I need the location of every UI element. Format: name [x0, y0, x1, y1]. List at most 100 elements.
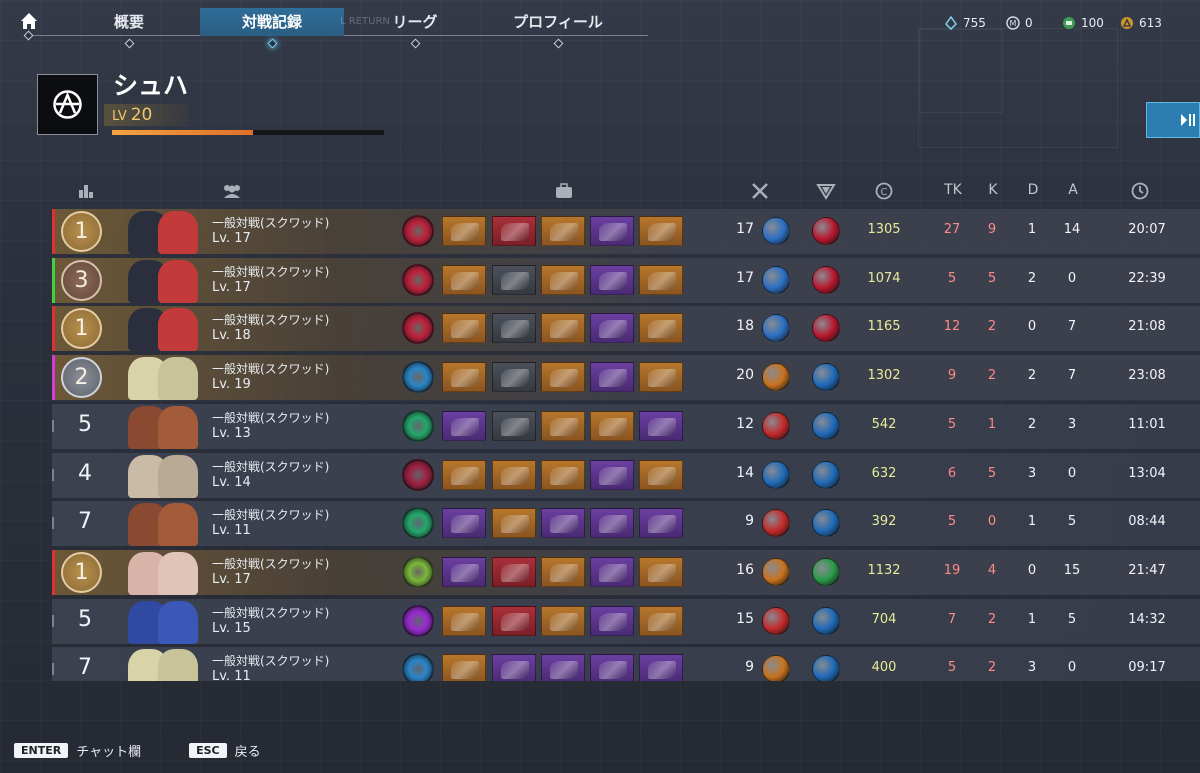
equipment-item-icon[interactable] [541, 459, 585, 490]
match-row[interactable]: 4 一般対戦(スクワッド) Lv. 14 14 632 6 5 3 0 13:04 [52, 452, 1200, 498]
esc-key[interactable]: ESC [189, 743, 227, 758]
weapon-icon [762, 217, 790, 245]
equipment-item-icon[interactable] [541, 362, 585, 393]
match-row[interactable]: 3 一般対戦(スクワッド) Lv. 17 17 1074 5 5 2 0 22:39 [52, 257, 1200, 303]
tab-league[interactable]: リーグ [370, 8, 460, 49]
equipment-item-icon[interactable] [442, 556, 486, 587]
equipment-item-icon[interactable] [639, 556, 683, 587]
match-mode: 一般対戦(スクワッド) [212, 410, 330, 425]
equipment-item-icon[interactable] [590, 556, 634, 587]
equipment-item-icon[interactable] [639, 654, 683, 681]
credit-score: 1305 [867, 222, 901, 237]
equipment-item-icon[interactable] [590, 216, 634, 246]
character-portrait [122, 258, 200, 303]
equipment-item-icon[interactable] [590, 508, 634, 539]
equipment-item-icon[interactable] [639, 264, 683, 295]
equipment-item-icon[interactable] [492, 459, 536, 490]
stat-k: 2 [987, 368, 997, 384]
player-avatar[interactable] [37, 74, 98, 135]
equipment-item-icon[interactable] [639, 459, 683, 490]
match-duration: 09:17 [1128, 660, 1166, 676]
stat-d: 1 [1027, 514, 1037, 530]
credit-score: 704 [871, 611, 897, 627]
equipment-item-icon[interactable] [442, 216, 486, 246]
equipment-item-icon[interactable] [492, 508, 536, 539]
weapon-column-icon [740, 182, 780, 200]
equipment-item-icon[interactable] [639, 362, 683, 393]
equipment-item-icon[interactable] [492, 605, 536, 636]
equipment-item-icon[interactable] [492, 362, 536, 393]
match-mode: 一般対戦(スクワッド) [212, 654, 330, 669]
equipment-item-icon[interactable] [639, 313, 683, 344]
equipment-item-icon[interactable] [442, 508, 486, 539]
equipment-item-icon[interactable] [541, 410, 585, 441]
home-icon[interactable] [18, 10, 40, 32]
equipment-item-icon[interactable] [442, 605, 486, 636]
tab-match-history[interactable]: 対戦記録 [200, 8, 344, 49]
equipment-item-icon[interactable] [442, 264, 486, 295]
stat-d: 2 [1027, 270, 1037, 286]
equipment-item-icon[interactable] [590, 264, 634, 295]
match-row[interactable]: 5 一般対戦(スクワッド) Lv. 13 12 542 5 1 2 3 11:01 [52, 403, 1200, 449]
match-row[interactable]: 2 一般対戦(スクワッド) Lv. 19 20 1302 9 2 2 7 23:08 [52, 355, 1200, 401]
equipment-item-icon[interactable] [541, 313, 585, 344]
equipment-item-icon[interactable] [541, 556, 585, 587]
equipment-item-icon[interactable] [541, 605, 585, 636]
equipment-item-icon[interactable] [492, 410, 536, 441]
stat-d: 2 [1027, 368, 1037, 384]
ability-icon [812, 460, 840, 489]
equipment-item-icon[interactable] [590, 605, 634, 636]
equipment-item-icon[interactable] [639, 410, 683, 441]
equipment-item-icon[interactable] [442, 459, 486, 490]
equipment-item-icon[interactable] [590, 410, 634, 441]
ticket-icon [1063, 17, 1075, 29]
equipment-item-icon[interactable] [492, 556, 536, 587]
equipment-item-icon[interactable] [590, 362, 634, 393]
result-accent-bar [52, 419, 54, 432]
stat-a: 14 [1063, 222, 1081, 237]
credit-column-icon: C [864, 182, 904, 200]
match-row[interactable]: 7 一般対戦(スクワッド) Lv. 11 9 400 5 2 3 0 09:17 [52, 647, 1200, 681]
equipment-item-icon[interactable] [442, 654, 486, 681]
tab-profile[interactable]: プロフィール [498, 8, 618, 49]
match-level: Lv. 18 [212, 328, 251, 344]
match-row[interactable]: 7 一般対戦(スクワッド) Lv. 11 9 392 5 0 1 5 08:44 [52, 501, 1200, 547]
stat-tk: 9 [947, 368, 957, 384]
match-row[interactable]: 1 一般対戦(スクワッド) Lv. 17 17 1305 27 9 1 14 20:07 [52, 209, 1200, 254]
stat-k: 5 [987, 465, 997, 481]
esc-label: 戻る [234, 745, 261, 760]
match-mode: 一般対戦(スクワッド) [212, 216, 330, 230]
enter-key[interactable]: ENTER [14, 743, 69, 758]
equipment-item-icon[interactable] [442, 313, 486, 344]
equipment-item-icon[interactable] [541, 508, 585, 539]
equipment-item-icon[interactable] [492, 313, 536, 344]
equipment-item-icon[interactable] [639, 508, 683, 539]
match-mode: 一般対戦(スクワッド) [212, 459, 330, 474]
match-mode: 一般対戦(スクワッド) [212, 508, 330, 523]
match-level: Lv. 15 [212, 620, 251, 636]
equipment-item-icon[interactable] [541, 264, 585, 295]
equipment-item-icon[interactable] [541, 654, 585, 681]
equipment-item-icon[interactable] [442, 410, 486, 441]
equipment-item-icon[interactable] [639, 216, 683, 246]
side-panel-tab[interactable] [1146, 102, 1200, 138]
currency-gold: 613 [1120, 16, 1162, 30]
match-row[interactable]: 5 一般対戦(スクワッド) Lv. 15 15 704 7 2 1 5 14:32 [52, 598, 1200, 644]
equipment-item-icon[interactable] [590, 654, 634, 681]
ranking-column-icon [66, 182, 106, 200]
equipment-item-icon[interactable] [492, 264, 536, 295]
equipment-item-icon[interactable] [590, 313, 634, 344]
equipment-item-icon[interactable] [442, 362, 486, 393]
tab-overview[interactable]: 概要 [84, 8, 174, 49]
placement-number: 5 [78, 411, 92, 437]
equipment-item-icon[interactable] [541, 216, 585, 246]
match-row[interactable]: 1 一般対戦(スクワッド) Lv. 18 18 1165 12 2 0 7 21:08 [52, 306, 1200, 352]
stat-a: 7 [1067, 368, 1077, 384]
ability-icon [812, 217, 840, 245]
equipment-item-icon[interactable] [492, 654, 536, 681]
stat-d: 3 [1027, 465, 1037, 481]
equipment-item-icon[interactable] [492, 216, 536, 246]
match-row[interactable]: 1 一般対戦(スクワッド) Lv. 17 16 1132 19 4 0 15 21:47 [52, 549, 1200, 595]
equipment-item-icon[interactable] [639, 605, 683, 636]
equipment-item-icon[interactable] [590, 459, 634, 490]
